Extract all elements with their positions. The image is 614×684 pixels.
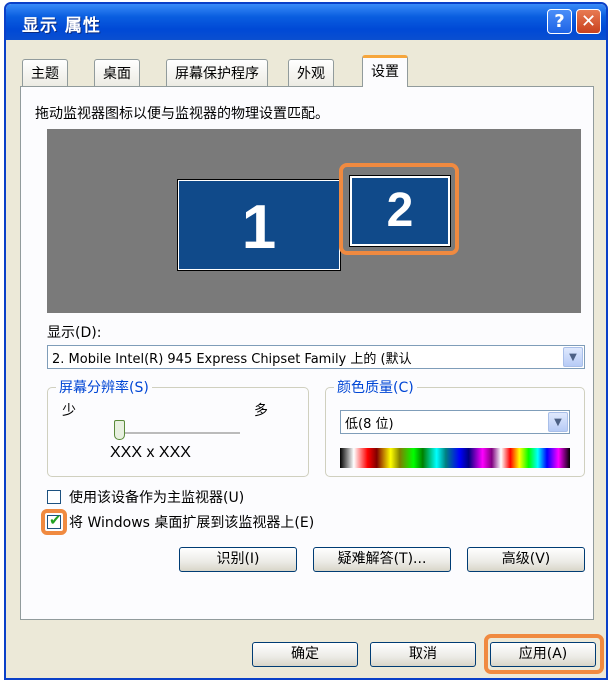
apply-button[interactable]: 应用(A) — [490, 642, 596, 667]
advanced-button[interactable]: 高级(V) — [467, 547, 585, 572]
window-title: 显示 属性 — [22, 16, 101, 36]
tab-screensaver[interactable]: 屏幕保护程序 — [166, 59, 268, 86]
display-properties-dialog: 显示 属性 ? ✕ 主题 桌面 屏幕保护程序 外观 设置 拖动监视器图标以便与监… — [4, 2, 608, 680]
resolution-label: 屏幕分辨率(S) — [56, 377, 152, 397]
extend-desktop-label: 将 Windows 桌面扩展到该监视器上(E) — [69, 515, 315, 531]
color-quality-select[interactable]: 低(8 位) ▼ — [340, 410, 570, 434]
color-quality-value: 低(8 位) — [345, 417, 394, 432]
tab-settings[interactable]: 设置 — [362, 55, 408, 87]
primary-monitor-checkbox[interactable] — [47, 490, 61, 504]
resolution-less-label: 少 — [62, 403, 76, 419]
primary-monitor-label: 使用该设备作为主监视器(U) — [69, 490, 245, 506]
color-palette-preview — [340, 448, 570, 468]
monitor-2-icon[interactable]: 2 — [349, 175, 451, 247]
resolution-more-label: 多 — [254, 403, 268, 419]
monitor-1-icon[interactable]: 1 — [177, 179, 341, 271]
display-select[interactable]: 2. Mobile Intel(R) 945 Express Chipset F… — [47, 345, 585, 369]
identify-button[interactable]: 识别(I) — [179, 547, 297, 572]
settings-panel: 拖动监视器图标以便与监视器的物理设置匹配。 1 2 显示(D): 2. Mobi… — [20, 86, 594, 620]
tab-appearance[interactable]: 外观 — [288, 59, 334, 86]
resolution-slider-track[interactable] — [120, 432, 240, 435]
ok-button[interactable]: 确定 — [252, 642, 358, 667]
chevron-down-icon[interactable]: ▼ — [563, 347, 583, 367]
chevron-down-icon[interactable]: ▼ — [548, 412, 568, 432]
color-quality-label: 颜色质量(C) — [334, 377, 417, 397]
resolution-group: 屏幕分辨率(S) 少 多 XXX x XXX — [47, 377, 309, 477]
tab-desktop[interactable]: 桌面 — [94, 59, 140, 86]
troubleshoot-button[interactable]: 疑难解答(T)... — [313, 547, 451, 572]
help-button[interactable]: ? — [547, 9, 572, 34]
color-quality-group: 颜色质量(C) 低(8 位) ▼ — [325, 377, 585, 477]
extend-desktop-checkbox[interactable]: ✔ — [47, 511, 62, 529]
resolution-value: XXX x XXX — [110, 444, 191, 461]
tab-themes[interactable]: 主题 — [22, 59, 68, 86]
close-button[interactable]: ✕ — [576, 9, 601, 34]
display-select-value: 2. Mobile Intel(R) 945 Express Chipset F… — [52, 352, 412, 367]
title-bar[interactable]: 显示 属性 ? ✕ — [6, 4, 606, 40]
cancel-button[interactable]: 取消 — [370, 642, 476, 667]
display-label: 显示(D): — [47, 325, 102, 341]
instruction-text: 拖动监视器图标以便与监视器的物理设置匹配。 — [35, 106, 329, 122]
checkmark-icon: ✔ — [49, 511, 62, 529]
resolution-slider-thumb[interactable] — [114, 420, 125, 440]
monitor-arrangement-area[interactable]: 1 2 — [47, 129, 581, 313]
